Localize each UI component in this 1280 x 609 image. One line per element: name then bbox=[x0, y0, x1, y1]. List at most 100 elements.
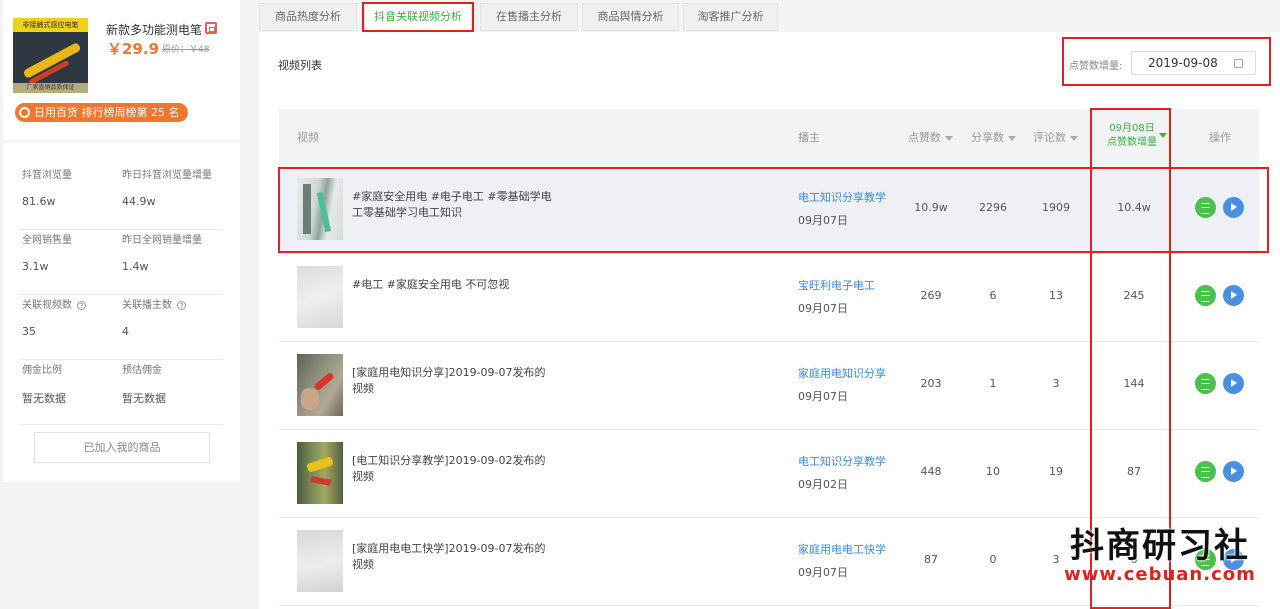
video-title[interactable]: [家庭用电知识分享]2019-09-07发布的视频 bbox=[352, 365, 552, 397]
details-list-icon[interactable] bbox=[1195, 197, 1216, 218]
shares-value: 2296 bbox=[979, 201, 1007, 214]
help-icon[interactable]: ? bbox=[77, 300, 86, 310]
stat-row: 抖音浏览量 81.6w 昨日抖音浏览量增量 44.9w bbox=[19, 165, 223, 230]
tab-douyin-videos[interactable]: 抖音关联视频分析 bbox=[364, 3, 472, 31]
increment-value: 245 bbox=[1123, 289, 1145, 302]
stat-cell: 关联播主数? 4 bbox=[122, 295, 186, 338]
stat-value: 35 bbox=[22, 325, 36, 338]
stat-label: 昨日抖音浏览量增量 bbox=[122, 170, 212, 181]
video-title[interactable]: #家庭安全用电 #电子电工 #零基础学电工零基础学习电工知识 bbox=[352, 189, 552, 221]
stat-cell: 关联视频数? 35 bbox=[22, 295, 86, 338]
table-row[interactable]: [电工知识分享教学]2019-09-02发布的视频 电工知识分享教学 09月02… bbox=[279, 430, 1259, 518]
help-icon[interactable]: ? bbox=[177, 300, 186, 310]
play-icon[interactable] bbox=[1223, 285, 1244, 306]
tab-product-heat[interactable]: 商品热度分析 bbox=[259, 3, 357, 31]
increment-value: 87 bbox=[1127, 465, 1141, 478]
date-filter-label: 点赞数增量: bbox=[1069, 61, 1123, 72]
stat-cell: 佣金比例 暂无数据 bbox=[22, 360, 66, 406]
table-row[interactable]: #家庭安全用电 #电子电工 #零基础学电工零基础学习电工知识 电工知识分享教学 … bbox=[279, 166, 1259, 254]
video-title[interactable]: [电工知识分享教学]2019-09-02发布的视频 bbox=[352, 453, 552, 485]
stat-value: 暂无数据 bbox=[122, 392, 166, 405]
play-icon[interactable] bbox=[1223, 373, 1244, 394]
details-list-icon[interactable] bbox=[1195, 373, 1216, 394]
blogger-link[interactable]: 电工知识分享教学 bbox=[798, 189, 886, 205]
sort-down-icon bbox=[945, 135, 953, 141]
video-thumbnail[interactable] bbox=[297, 442, 343, 504]
publish-date: 09月02日 bbox=[798, 478, 848, 491]
tab-promotion[interactable]: 淘客推广分析 bbox=[683, 3, 778, 31]
video-thumbnail[interactable] bbox=[297, 530, 343, 592]
thumb-shape bbox=[301, 388, 319, 410]
play-icon[interactable] bbox=[1223, 461, 1244, 482]
comments-value: 19 bbox=[1049, 465, 1063, 478]
stat-value: 暂无数据 bbox=[22, 392, 66, 405]
shares-value: 1 bbox=[989, 377, 997, 390]
table-row[interactable]: #电工 #家庭安全用电 不可忽视 宝旺利电子电工 09月07日 269 6 13… bbox=[279, 254, 1259, 342]
video-title[interactable]: [家庭用电电工快学]2019-09-07发布的视频 bbox=[352, 541, 552, 573]
blogger-link[interactable]: 电工知识分享教学 bbox=[798, 453, 886, 469]
publish-date: 09月07日 bbox=[798, 566, 848, 579]
thumb-shape bbox=[306, 456, 334, 473]
sort-down-icon bbox=[1070, 135, 1078, 141]
likes-value: 87 bbox=[924, 553, 938, 566]
col-like-increment[interactable]: 09月08日 点赞数增量 bbox=[1097, 122, 1167, 150]
shares-value: 0 bbox=[989, 553, 997, 566]
added-to-my-products-button[interactable]: 已加入我的商品 bbox=[34, 432, 210, 463]
publish-date: 09月07日 bbox=[798, 390, 848, 403]
play-icon[interactable] bbox=[1223, 197, 1244, 218]
col-shares-label: 分享数 bbox=[971, 131, 1004, 144]
rank-text: 日用百货 排行榜周榜第 25 名 bbox=[34, 106, 180, 119]
watermark-name: 抖商研习社 bbox=[1070, 526, 1250, 566]
stat-value: 1.4w bbox=[122, 260, 149, 273]
col-shares[interactable]: 分享数 bbox=[971, 109, 1016, 166]
thumb-shape bbox=[303, 184, 311, 234]
tab-bloggers[interactable]: 在售播主分析 bbox=[480, 3, 578, 31]
list-title: 视频列表 bbox=[278, 59, 322, 72]
blogger-link[interactable]: 宝旺利电子电工 bbox=[798, 277, 875, 293]
col-blogger: 播主 bbox=[798, 131, 820, 144]
stat-label: 关联播主数? bbox=[122, 296, 186, 311]
col-increment-date: 09月08日 bbox=[1109, 123, 1155, 134]
col-likes-label: 点赞数 bbox=[908, 131, 941, 144]
product-original-price: 原价：￥48 bbox=[162, 45, 210, 55]
stat-value: 4 bbox=[122, 325, 129, 338]
comments-value: 13 bbox=[1049, 289, 1063, 302]
stat-row: 佣金比例 暂无数据 预估佣金 暂无数据 bbox=[19, 360, 223, 425]
product-title[interactable]: 新款多功能测电笔 bbox=[106, 21, 202, 38]
comments-value: 1909 bbox=[1042, 201, 1070, 214]
video-thumbnail[interactable] bbox=[297, 354, 343, 416]
details-list-icon[interactable] bbox=[1195, 461, 1216, 482]
stat-cell: 预估佣金 暂无数据 bbox=[122, 360, 166, 406]
store-badge-icon bbox=[205, 22, 217, 34]
video-thumbnail[interactable] bbox=[297, 178, 343, 240]
stats-grid: 抖音浏览量 81.6w 昨日抖音浏览量增量 44.9w 全网销售量 3.1w 昨… bbox=[19, 165, 223, 425]
blogger-link[interactable]: 家庭用电知识分享 bbox=[798, 365, 886, 381]
increment-value: 144 bbox=[1123, 377, 1145, 390]
stat-label: 昨日全网销量增量 bbox=[122, 235, 202, 246]
stat-label-text: 关联视频数 bbox=[22, 300, 72, 311]
details-list-icon[interactable] bbox=[1195, 285, 1216, 306]
stat-value: 3.1w bbox=[22, 260, 49, 273]
col-ops: 操作 bbox=[1209, 131, 1231, 144]
stat-cell: 抖音浏览量 81.6w bbox=[22, 165, 72, 208]
shares-value: 10 bbox=[986, 465, 1000, 478]
stat-label: 佣金比例 bbox=[22, 365, 62, 376]
publish-date: 09月07日 bbox=[798, 214, 848, 227]
sort-down-icon bbox=[1159, 133, 1167, 138]
table-row[interactable]: [家庭用电知识分享]2019-09-07发布的视频 家庭用电知识分享 09月07… bbox=[279, 342, 1259, 430]
likes-value: 10.9w bbox=[914, 201, 948, 214]
col-likes[interactable]: 点赞数 bbox=[908, 109, 953, 166]
blogger-link[interactable]: 家庭用电电工快学 bbox=[798, 541, 886, 557]
stat-cell: 全网销售量 3.1w bbox=[22, 230, 72, 273]
video-thumbnail[interactable] bbox=[297, 266, 343, 328]
date-picker[interactable]: 2019-09-08 bbox=[1131, 51, 1256, 75]
bag-icon bbox=[19, 107, 30, 118]
thumb-shape bbox=[310, 476, 332, 486]
video-title[interactable]: #电工 #家庭安全用电 不可忽视 bbox=[352, 277, 552, 293]
col-comments[interactable]: 评论数 bbox=[1033, 109, 1078, 166]
tab-sentiment[interactable]: 商品舆情分析 bbox=[582, 3, 679, 31]
product-thumbnail[interactable]: 非接触式感应电笔 厂家直销品质保证 bbox=[13, 18, 88, 93]
col-video: 视频 bbox=[297, 131, 319, 144]
stat-label: 全网销售量 bbox=[22, 235, 72, 246]
thumb-shape bbox=[313, 371, 335, 392]
